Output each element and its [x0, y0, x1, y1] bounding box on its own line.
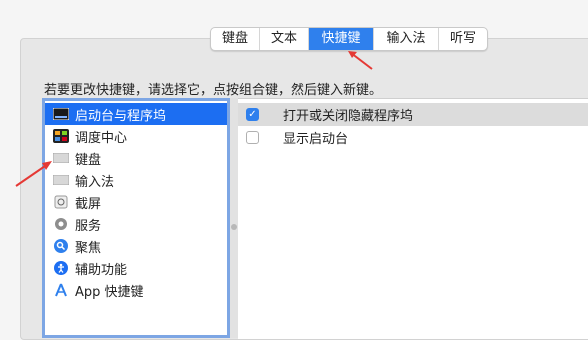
splitter-handle[interactable]	[231, 224, 237, 230]
spotlight-icon	[53, 239, 69, 253]
shortcut-label: 打开或关闭隐藏程序坞	[283, 109, 414, 124]
category-item-input-sources[interactable]: 输入法	[45, 169, 227, 191]
category-label: 调度中心	[75, 130, 128, 146]
category-item-spotlight[interactable]: 聚焦	[45, 235, 227, 257]
category-item-services[interactable]: 服务	[45, 213, 227, 235]
gear-icon	[53, 217, 69, 231]
category-label: 启动台与程序坞	[75, 108, 167, 124]
mission-control-icon	[53, 129, 69, 143]
tab-shortcuts[interactable]: 快捷键	[309, 28, 374, 50]
tab-dictation[interactable]: 听写	[439, 28, 487, 50]
tab-text[interactable]: 文本	[260, 28, 309, 50]
shortcut-checkbox[interactable]: ✓	[246, 108, 259, 121]
tab-input-sources[interactable]: 输入法	[374, 28, 439, 50]
shortcut-label: 显示启动台	[283, 132, 349, 147]
launchpad-dock-icon	[53, 107, 69, 121]
pane-splitter[interactable]	[230, 98, 238, 338]
category-label: 输入法	[75, 174, 115, 190]
shortcut-list: ✓ 打开或关闭隐藏程序坞 显示启动台	[238, 98, 588, 339]
category-item-app-shortcuts[interactable]: App 快捷键	[45, 279, 227, 301]
category-item-accessibility[interactable]: 辅助功能	[45, 257, 227, 279]
category-item-mission-control[interactable]: 调度中心	[45, 125, 227, 147]
category-item-screenshots[interactable]: 截屏	[45, 191, 227, 213]
category-label: 聚焦	[75, 240, 102, 256]
shortcut-category-list: 启动台与程序坞 调度中心 键盘 输入法 截屏 服务 聚焦 辅助功能 App 快捷…	[42, 98, 230, 338]
category-item-launchpad-dock[interactable]: 启动台与程序坞	[45, 103, 227, 125]
category-label: 键盘	[75, 152, 102, 168]
shortcut-row[interactable]: 显示启动台	[238, 126, 588, 149]
category-label: 截屏	[75, 196, 102, 212]
annotation-arrow	[15, 161, 52, 187]
category-label: 服务	[75, 218, 102, 234]
shortcut-row[interactable]: ✓ 打开或关闭隐藏程序坞	[238, 103, 588, 126]
category-item-keyboard[interactable]: 键盘	[45, 147, 227, 169]
app-shortcuts-icon	[53, 283, 69, 297]
instruction-text: 若要更改快捷键，请选择它，点按组合键，然后键入新键。	[44, 83, 383, 98]
shortcut-checkbox[interactable]	[246, 131, 259, 144]
screenshot-icon	[53, 195, 69, 209]
category-label: 辅助功能	[75, 262, 128, 278]
annotation-arrow	[348, 51, 373, 70]
category-label: App 快捷键	[75, 284, 144, 300]
tab-keyboard[interactable]: 键盘	[211, 28, 260, 50]
accessibility-icon	[53, 261, 69, 275]
